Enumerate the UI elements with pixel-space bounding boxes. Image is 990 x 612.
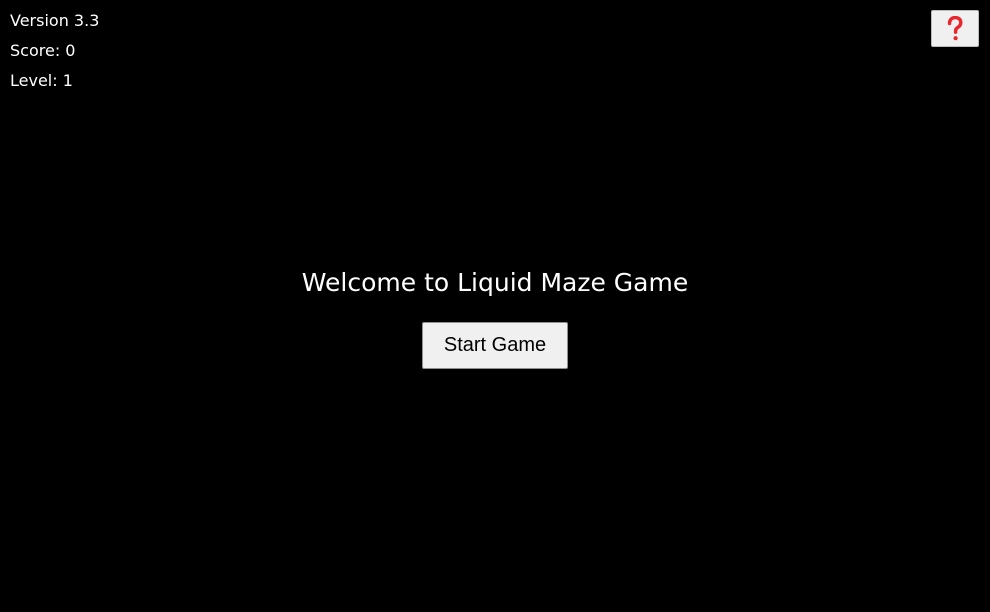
hud-panel: Version 3.3 Score: 0 Level: 1: [10, 10, 99, 100]
help-button[interactable]: [931, 10, 979, 47]
question-mark-icon: [947, 15, 963, 42]
score-text: Score: 0: [10, 41, 76, 60]
level-text: Level: 1: [10, 71, 73, 90]
welcome-title: Welcome to Liquid Maze Game: [301, 268, 689, 297]
version-text: Version 3.3: [10, 11, 100, 30]
game-screen: Version 3.3 Score: 0 Level: 1 Welcome to…: [0, 0, 990, 612]
start-game-button[interactable]: Start Game: [422, 322, 568, 369]
